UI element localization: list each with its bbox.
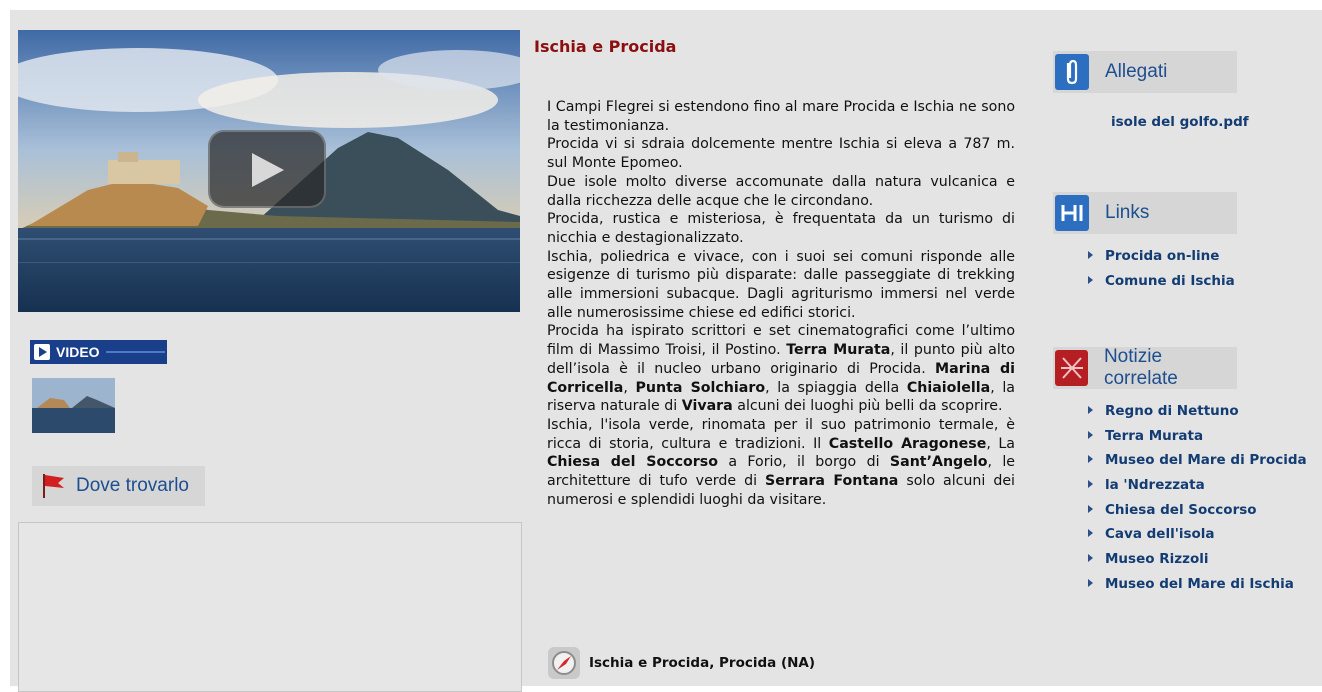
related-news-header: Notizie correlate — [1053, 346, 1237, 389]
link-icon — [1055, 195, 1089, 231]
paragraph-text: a Forio, il borgo di — [717, 454, 890, 471]
links-header: Links — [1053, 192, 1237, 234]
attachment-link[interactable]: isole del golfo.pdf — [1111, 114, 1249, 130]
where-to-find-label: Dove trovarlo — [76, 475, 189, 496]
related-news-item[interactable]: Regno di Nettuno — [1088, 399, 1307, 424]
paragraph-text: Ischia, poliedrica e vivace, con i suoi … — [547, 248, 1015, 321]
article-body: I Campi Flegrei si estendono fino al mar… — [547, 98, 1015, 509]
video-player[interactable] — [18, 30, 520, 312]
play-button[interactable] — [208, 130, 326, 208]
compass-icon — [548, 647, 580, 679]
paperclip-icon — [1055, 54, 1089, 90]
highlighted-place: Punta Solchiaro — [635, 379, 766, 396]
highlighted-place: Vivara — [681, 398, 733, 415]
related-news-item[interactable]: Chiesa del Soccorso — [1088, 498, 1307, 523]
related-news-item[interactable]: Museo Rizzoli — [1088, 547, 1307, 572]
highlighted-place: Chiesa del Soccorso — [547, 454, 718, 471]
related-news-item[interactable]: la 'Ndrezzata — [1088, 473, 1307, 498]
highlighted-place: Sant’Angelo — [889, 454, 988, 471]
article-paragraph: Procida, rustica e misteriosa, è frequen… — [547, 210, 1015, 247]
news-icon — [1055, 350, 1088, 386]
article-paragraph: Procida vi si sdraia dolcemente mentre I… — [547, 135, 1015, 172]
highlighted-place: Terra Murata — [786, 342, 891, 359]
paragraph-text: Procida, rustica e misteriosa, è frequen… — [547, 211, 1015, 246]
play-icon — [252, 153, 284, 187]
external-link-item[interactable]: Comune di Ischia — [1088, 269, 1235, 294]
article-paragraph: Ischia, poliedrica e vivace, con i suoi … — [547, 248, 1015, 323]
page-title: Ischia e Procida — [534, 37, 677, 56]
article-paragraph: Ischia, l'isola verde, rinomata per il s… — [547, 416, 1015, 510]
where-to-find-button[interactable]: Dove trovarlo — [32, 466, 205, 506]
related-news-item[interactable]: Terra Murata — [1088, 424, 1307, 449]
links-title: Links — [1105, 202, 1150, 223]
video-label-text: VIDEO — [56, 344, 100, 360]
attachments-title: Allegati — [1105, 61, 1168, 82]
paragraph-text: Due isole molto diverse accomunate dalla… — [547, 173, 1015, 209]
video-thumbnail[interactable] — [32, 378, 115, 433]
paragraph-text: Procida vi si sdraia dolcemente mentre I… — [547, 136, 1015, 172]
related-news-item[interactable]: Museo del Mare di Procida — [1088, 448, 1307, 473]
related-news-list: Regno di Nettuno Terra Murata Museo del Ma… — [1088, 399, 1307, 597]
highlighted-place: Castello Aragonese — [828, 435, 987, 452]
related-news-item[interactable]: Cava dell'isola — [1088, 522, 1307, 547]
highlighted-place: Serrara Fontana — [765, 473, 899, 490]
flag-icon — [43, 474, 64, 498]
page: VIDEO Dove trovarlo Ischia e Procida I C… — [10, 10, 1322, 692]
highlighted-place: Chiaiolella — [906, 379, 991, 396]
article-paragraph: Procida ha ispirato scrittori e set cine… — [547, 322, 1015, 416]
video-section-label: VIDEO — [30, 340, 167, 364]
article-paragraph: I Campi Flegrei si estendono fino al mar… — [547, 98, 1015, 135]
related-news-title: Notizie correlate — [1103, 346, 1178, 389]
location-line: Ischia e Procida, Procida (NA) — [547, 646, 815, 680]
related-news-item[interactable]: Museo del Mare di Ischia — [1088, 572, 1307, 597]
paragraph-text: I Campi Flegrei si estendono fino al mar… — [547, 99, 1015, 134]
external-link-item[interactable]: Procida on-line — [1088, 244, 1235, 269]
map-area[interactable] — [18, 522, 522, 692]
paragraph-text: , — [623, 379, 636, 396]
location-text: Ischia e Procida, Procida (NA) — [589, 655, 816, 671]
attachments-header: Allegati — [1053, 51, 1237, 93]
paragraph-text: , la spiaggia della — [765, 379, 907, 396]
paragraph-text: , La — [986, 435, 1015, 452]
links-list: Procida on-line Comune di Ischia — [1088, 244, 1235, 293]
article-paragraph: Due isole molto diverse accomunate dalla… — [547, 173, 1015, 210]
video-icon — [34, 344, 50, 360]
paragraph-text: alcuni dei luoghi più belli da scoprire. — [732, 398, 1003, 415]
